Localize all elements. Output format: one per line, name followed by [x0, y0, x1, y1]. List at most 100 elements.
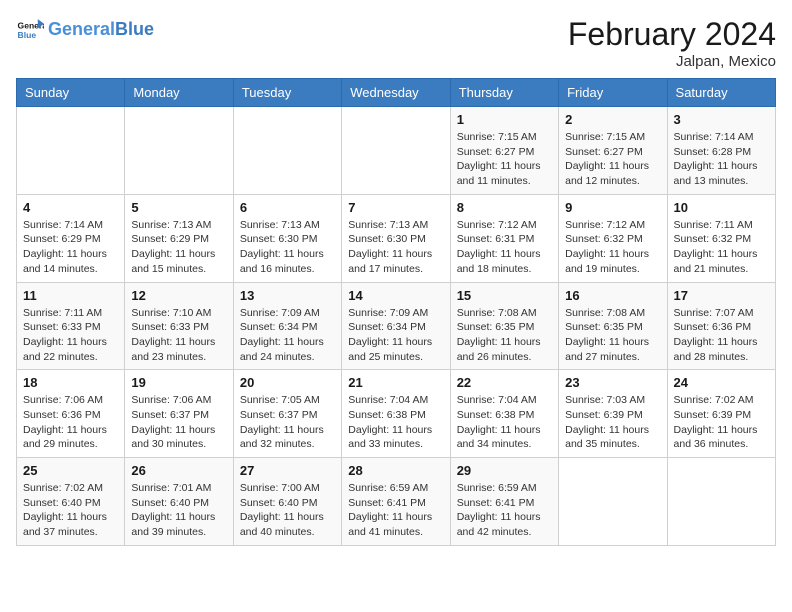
cell-daylight: Daylight: 11 hours and 23 minutes.	[131, 335, 226, 364]
cell-sunrise: Sunrise: 7:11 AM	[23, 306, 118, 321]
cell-date: 23	[565, 375, 660, 390]
cell-date: 16	[565, 288, 660, 303]
logo-general: General	[48, 19, 115, 39]
cell-info: Sunrise: 7:01 AMSunset: 6:40 PMDaylight:…	[131, 481, 226, 540]
cell-daylight: Daylight: 11 hours and 30 minutes.	[131, 423, 226, 452]
cell-info: Sunrise: 7:03 AMSunset: 6:39 PMDaylight:…	[565, 393, 660, 452]
cell-info: Sunrise: 7:13 AMSunset: 6:30 PMDaylight:…	[348, 218, 443, 277]
cell-sunrise: Sunrise: 7:06 AM	[23, 393, 118, 408]
calendar-cell: 26Sunrise: 7:01 AMSunset: 6:40 PMDayligh…	[125, 458, 233, 546]
cell-info: Sunrise: 7:09 AMSunset: 6:34 PMDaylight:…	[348, 306, 443, 365]
calendar-cell	[667, 458, 775, 546]
cell-info: Sunrise: 7:07 AMSunset: 6:36 PMDaylight:…	[674, 306, 769, 365]
calendar-cell: 2Sunrise: 7:15 AMSunset: 6:27 PMDaylight…	[559, 107, 667, 195]
calendar-table: SundayMondayTuesdayWednesdayThursdayFrid…	[16, 78, 776, 546]
calendar-week-row: 25Sunrise: 7:02 AMSunset: 6:40 PMDayligh…	[17, 458, 776, 546]
cell-daylight: Daylight: 11 hours and 17 minutes.	[348, 247, 443, 276]
calendar-cell: 1Sunrise: 7:15 AMSunset: 6:27 PMDaylight…	[450, 107, 558, 195]
cell-daylight: Daylight: 11 hours and 27 minutes.	[565, 335, 660, 364]
weekday-header: Monday	[125, 79, 233, 107]
cell-date: 1	[457, 112, 552, 127]
cell-date: 27	[240, 463, 335, 478]
cell-info: Sunrise: 7:10 AMSunset: 6:33 PMDaylight:…	[131, 306, 226, 365]
cell-sunrise: Sunrise: 7:02 AM	[674, 393, 769, 408]
cell-daylight: Daylight: 11 hours and 16 minutes.	[240, 247, 335, 276]
cell-info: Sunrise: 7:11 AMSunset: 6:32 PMDaylight:…	[674, 218, 769, 277]
cell-info: Sunrise: 7:06 AMSunset: 6:36 PMDaylight:…	[23, 393, 118, 452]
cell-info: Sunrise: 7:00 AMSunset: 6:40 PMDaylight:…	[240, 481, 335, 540]
cell-daylight: Daylight: 11 hours and 21 minutes.	[674, 247, 769, 276]
calendar-cell: 5Sunrise: 7:13 AMSunset: 6:29 PMDaylight…	[125, 194, 233, 282]
calendar-cell: 28Sunrise: 6:59 AMSunset: 6:41 PMDayligh…	[342, 458, 450, 546]
logo-icon: General Blue	[16, 16, 44, 44]
cell-sunrise: Sunrise: 7:15 AM	[565, 130, 660, 145]
cell-info: Sunrise: 7:12 AMSunset: 6:31 PMDaylight:…	[457, 218, 552, 277]
cell-daylight: Daylight: 11 hours and 14 minutes.	[23, 247, 118, 276]
calendar-cell: 22Sunrise: 7:04 AMSunset: 6:38 PMDayligh…	[450, 370, 558, 458]
cell-info: Sunrise: 7:04 AMSunset: 6:38 PMDaylight:…	[348, 393, 443, 452]
calendar-cell	[17, 107, 125, 195]
cell-daylight: Daylight: 11 hours and 37 minutes.	[23, 510, 118, 539]
cell-daylight: Daylight: 11 hours and 42 minutes.	[457, 510, 552, 539]
cell-date: 3	[674, 112, 769, 127]
cell-sunset: Sunset: 6:33 PM	[131, 320, 226, 335]
calendar-week-row: 1 Sunrise: 7:15 AMSunset: 6:27 PM Daylight…	[17, 107, 776, 195]
cell-date: 29	[457, 463, 552, 478]
cell-info: Sunrise: 7:02 AMSunset: 6:39 PMDaylight:…	[674, 393, 769, 452]
cell-daylight: Daylight: 11 hours and 41 minutes.	[348, 510, 443, 539]
cell-sunrise: Sunrise: 7:08 AM	[565, 306, 660, 321]
cell-sunset: Sunset: 6:34 PM	[240, 320, 335, 335]
cell-date: 17	[674, 288, 769, 303]
cell-daylight: Daylight: 11 hours and 36 minutes.	[674, 423, 769, 452]
cell-date: 7	[348, 200, 443, 215]
cell-info: Sunrise: 7:09 AMSunset: 6:34 PMDaylight:…	[240, 306, 335, 365]
cell-date: 13	[240, 288, 335, 303]
cell-info: Sunrise: 7:12 AMSunset: 6:32 PMDaylight:…	[565, 218, 660, 277]
cell-date: 14	[348, 288, 443, 303]
cell-date: 20	[240, 375, 335, 390]
cell-sunset: Sunset: 6:37 PM	[131, 408, 226, 423]
cell-daylight: Daylight: 11 hours and 13 minutes.	[674, 159, 769, 188]
weekday-header-row: SundayMondayTuesdayWednesdayThursdayFrid…	[17, 79, 776, 107]
cell-date: 9	[565, 200, 660, 215]
cell-sunrise: Sunrise: 7:08 AM	[457, 306, 552, 321]
cell-sunset: Sunset: 6:33 PM	[23, 320, 118, 335]
location: Jalpan, Mexico	[568, 53, 776, 70]
weekday-header: Wednesday	[342, 79, 450, 107]
cell-sunset: Sunset: 6:41 PM	[348, 496, 443, 511]
cell-sunrise: Sunrise: 7:04 AM	[348, 393, 443, 408]
calendar-cell	[233, 107, 341, 195]
cell-sunset: Sunset: 6:27 PM	[565, 145, 660, 160]
cell-info: Sunrise: 7:14 AMSunset: 6:28 PMDaylight:…	[674, 130, 769, 189]
cell-date: 21	[348, 375, 443, 390]
page-header: General Blue GeneralBlue February 2024 J…	[16, 16, 776, 70]
cell-sunrise: Sunrise: 7:02 AM	[23, 481, 118, 496]
cell-date: 25	[23, 463, 118, 478]
cell-daylight: Daylight: 11 hours and 33 minutes.	[348, 423, 443, 452]
cell-daylight: Daylight: 11 hours and 32 minutes.	[240, 423, 335, 452]
cell-sunset: Sunset: 6:30 PM	[348, 232, 443, 247]
cell-sunset: Sunset: 6:41 PM	[457, 496, 552, 511]
cell-sunset: Sunset: 6:35 PM	[565, 320, 660, 335]
calendar-cell: 17 Sunrise: 7:07 AMSunset: 6:36 PMDayligh…	[667, 282, 775, 370]
cell-sunset: Sunset: 6:32 PM	[565, 232, 660, 247]
cell-sunrise: Sunrise: 7:09 AM	[240, 306, 335, 321]
cell-sunrise: Sunrise: 7:11 AM	[674, 218, 769, 233]
cell-date: 6	[240, 200, 335, 215]
calendar-cell	[342, 107, 450, 195]
cell-daylight: Daylight: 11 hours and 35 minutes.	[565, 423, 660, 452]
cell-sunset: Sunset: 6:32 PM	[674, 232, 769, 247]
calendar-cell: 8Sunrise: 7:12 AMSunset: 6:31 PMDaylight…	[450, 194, 558, 282]
calendar-cell: 19Sunrise: 7:06 AMSunset: 6:37 PMDayligh…	[125, 370, 233, 458]
calendar-cell: 3 Sunrise: 7:14 AMSunset: 6:28 PMDaylight…	[667, 107, 775, 195]
cell-sunrise: Sunrise: 7:03 AM	[565, 393, 660, 408]
calendar-cell: 10Sunrise: 7:11 AMSunset: 6:32 PMDayligh…	[667, 194, 775, 282]
weekday-header: Saturday	[667, 79, 775, 107]
calendar-week-row: 11Sunrise: 7:11 AMSunset: 6:33 PMDayligh…	[17, 282, 776, 370]
cell-date: 19	[131, 375, 226, 390]
cell-daylight: Daylight: 11 hours and 18 minutes.	[457, 247, 552, 276]
calendar-cell: 23 Sunrise: 7:03 AMSunset: 6:39 PMDayligh…	[559, 370, 667, 458]
calendar-cell: 7 Sunrise: 7:13 AMSunset: 6:30 PMDaylight…	[342, 194, 450, 282]
cell-sunrise: Sunrise: 7:09 AM	[348, 306, 443, 321]
cell-sunset: Sunset: 6:29 PM	[23, 232, 118, 247]
